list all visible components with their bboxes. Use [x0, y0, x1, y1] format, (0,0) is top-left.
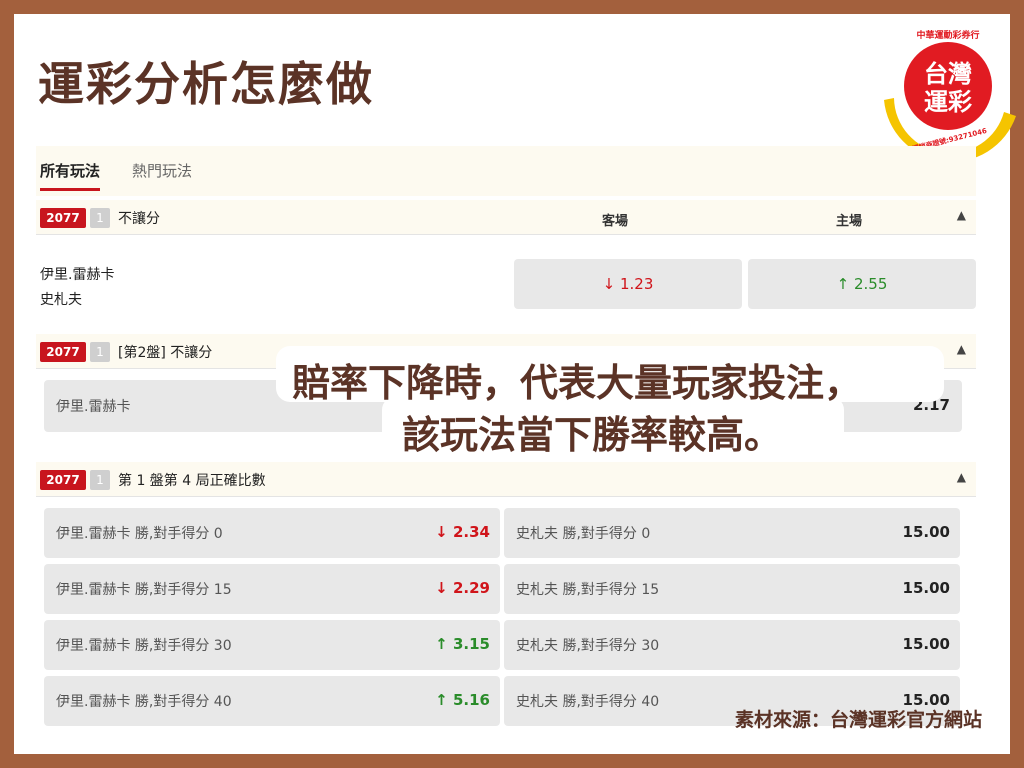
event-code-badge: 2077	[40, 470, 86, 490]
chevron-up-icon[interactable]: ▲	[957, 470, 966, 484]
odds-value: 15.00	[902, 523, 950, 541]
odds-label: 伊里.雷赫卡	[56, 399, 131, 415]
odds-value-down: ↓ 2.34	[435, 523, 490, 541]
odds-button[interactable]: 史札夫 勝,對手得分 30 15.00	[504, 620, 960, 670]
divider	[36, 234, 976, 235]
odds-label: 伊里.雷赫卡 勝,對手得分 40	[56, 694, 232, 710]
slide-card: 運彩分析怎麼做 台灣 運彩 中華運動彩券行 經銷商證號:93271046 所有玩…	[14, 14, 1016, 754]
event-number-badge: 1	[90, 208, 110, 228]
event-code-badge: 2077	[40, 342, 86, 362]
arrow-up-icon: ↑	[435, 691, 448, 709]
odds-label: 史札夫 勝,對手得分 30	[516, 638, 660, 654]
logo-top-text: 中華運動彩券行	[916, 29, 979, 41]
odds-button-home[interactable]: ↑ 2.55	[748, 259, 976, 309]
team-name: 伊里.雷赫卡	[40, 267, 115, 283]
odds-value: 1.23	[619, 275, 654, 293]
odds-button[interactable]: 史札夫 勝,對手得分 0 15.00	[504, 508, 960, 558]
odds-button-away[interactable]: ↓ 1.23	[514, 259, 742, 309]
arrow-down-icon: ↓	[435, 579, 448, 597]
divider	[36, 496, 976, 497]
column-home: 主場	[836, 214, 863, 229]
team-name: 史札夫	[40, 292, 82, 308]
tab-all-plays[interactable]: 所有玩法	[40, 160, 101, 191]
arrow-down-icon: ↓	[435, 523, 448, 541]
odds-value-up: ↑ 3.15	[435, 635, 490, 653]
event-number-badge: 1	[90, 470, 110, 490]
section-title: 第 1 盤第 4 局正確比數	[118, 473, 266, 489]
taiwan-lottery-logo: 台灣 運彩 中華運動彩券行 經銷商證號:93271046	[884, 29, 1016, 160]
logo-line1: 台灣	[924, 60, 972, 88]
source-credit: 素材來源：台灣運彩官方網站	[734, 709, 982, 731]
odds-button[interactable]: 伊里.雷赫卡 勝,對手得分 0 ↓ 2.34	[44, 508, 500, 558]
caption-line-1: 賠率下降時，代表大量玩家投注，	[292, 361, 863, 405]
odds-label: 伊里.雷赫卡 勝,對手得分 15	[56, 582, 232, 598]
arrow-down-icon: ↓	[602, 275, 616, 293]
odds-value-up: ↑ 5.16	[435, 691, 490, 709]
tab-popular-plays[interactable]: 熱門玩法	[132, 160, 192, 181]
odds-label: 史札夫 勝,對手得分 15	[516, 582, 660, 598]
odds-value: 2.55	[853, 275, 888, 293]
odds-label: 伊里.雷赫卡 勝,對手得分 0	[56, 526, 223, 542]
event-number-badge: 1	[90, 342, 110, 362]
odds-value: 15.00	[902, 635, 950, 653]
odds-value: 15.00	[902, 579, 950, 597]
page-title: 運彩分析怎麼做	[38, 57, 374, 111]
odds-button[interactable]: 伊里.雷赫卡 勝,對手得分 40 ↑ 5.16	[44, 676, 500, 726]
section-title: 不讓分	[118, 211, 160, 227]
caption-overlay: 賠率下降時，代表大量玩家投注， 該玩法當下勝率較高。	[276, 346, 944, 457]
odds-label: 史札夫 勝,對手得分 40	[516, 694, 660, 710]
odds-label: 史札夫 勝,對手得分 0	[516, 526, 651, 542]
section-header[interactable]: 2077 1 第 1 盤第 4 局正確比數 ▲	[36, 462, 976, 496]
chevron-up-icon[interactable]: ▲	[957, 342, 966, 356]
arrow-up-icon: ↑	[435, 635, 448, 653]
arrow-up-icon: ↑	[836, 275, 850, 293]
odds-button[interactable]: 史札夫 勝,對手得分 15 15.00	[504, 564, 960, 614]
odds-button[interactable]: 伊里.雷赫卡 勝,對手得分 15 ↓ 2.29	[44, 564, 500, 614]
section-header[interactable]: 2077 1 不讓分 客場 主場 ▲	[36, 200, 976, 234]
chevron-up-icon[interactable]: ▲	[957, 208, 966, 222]
odds-value-down: ↓ 2.29	[435, 579, 490, 597]
logo-line2: 運彩	[924, 88, 972, 116]
odds-button[interactable]: 伊里.雷赫卡 勝,對手得分 30 ↑ 3.15	[44, 620, 500, 670]
tab-bar: 所有玩法 熱門玩法	[36, 146, 976, 196]
odds-label: 伊里.雷赫卡 勝,對手得分 30	[56, 638, 232, 654]
event-code-badge: 2077	[40, 208, 86, 228]
caption-line-2: 該玩法當下勝率較高。	[402, 413, 783, 457]
column-away: 客場	[602, 214, 629, 229]
section-title: [第2盤] 不讓分	[118, 345, 213, 361]
